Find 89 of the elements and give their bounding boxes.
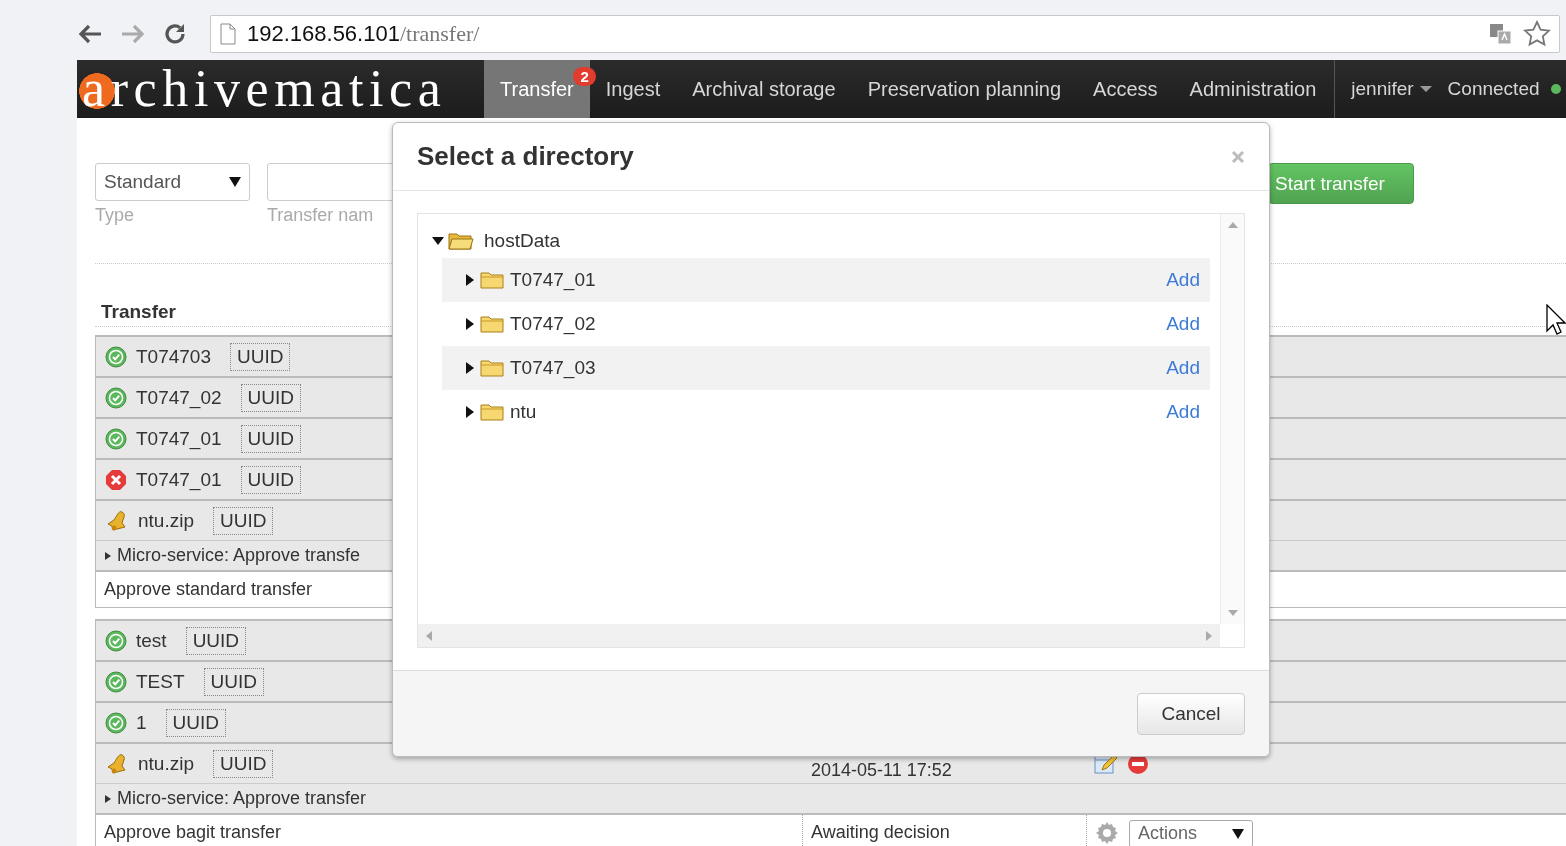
nav-tab[interactable]: Access <box>1077 60 1174 118</box>
caret-down-icon[interactable] <box>432 237 444 245</box>
field-label: Type <box>95 205 136 226</box>
uuid-button[interactable]: UUID <box>240 465 302 494</box>
caret-icon <box>105 794 111 803</box>
forward-icon[interactable] <box>120 23 146 45</box>
uuid-button[interactable]: UUID <box>165 708 227 737</box>
scroll-down-icon[interactable] <box>1227 610 1238 616</box>
transfer-name: test <box>136 629 167 652</box>
transfer-name: TEST <box>136 670 185 693</box>
tree-node[interactable]: hostData <box>432 226 1210 256</box>
scroll-up-icon[interactable] <box>1227 222 1238 228</box>
add-link[interactable]: Add <box>1166 401 1200 423</box>
folder-name: T0747_01 <box>510 269 597 291</box>
tree-node[interactable]: T0747_03 Add <box>442 346 1210 390</box>
uuid-button[interactable]: UUID <box>240 424 302 453</box>
page-icon <box>219 23 237 45</box>
caret-right-icon[interactable] <box>466 318 474 330</box>
reload-icon[interactable] <box>163 22 187 46</box>
job-name: Approve bagit transfer <box>103 821 283 844</box>
address-bar[interactable]: 192.168.56.101/transfer/ <box>210 15 1560 53</box>
cancel-button[interactable]: Cancel <box>1137 692 1245 735</box>
caret-icon <box>105 551 111 560</box>
scroll-left-icon[interactable] <box>426 630 432 641</box>
back-icon[interactable] <box>77 23 103 45</box>
nav-tab[interactable]: Preservation planning <box>851 60 1078 118</box>
uuid-button[interactable]: UUID <box>185 626 247 655</box>
uuid-button[interactable]: UUID <box>230 342 291 371</box>
caret-icon <box>229 177 241 187</box>
star-icon[interactable] <box>1523 20 1551 48</box>
uuid-button[interactable]: UUID <box>213 749 274 778</box>
translate-icon[interactable] <box>1489 23 1513 45</box>
dialog-title: Select a directory <box>417 141 634 172</box>
caret-icon <box>1419 86 1432 92</box>
field-label: Transfer nam <box>267 205 375 226</box>
uuid-button[interactable]: UUID <box>213 506 274 535</box>
check-icon <box>105 345 127 368</box>
check-icon <box>105 386 127 409</box>
bell-icon <box>105 752 129 775</box>
folder-icon <box>480 358 504 378</box>
transfer-name: ntu.zip <box>138 509 194 532</box>
uuid-button[interactable]: UUID <box>203 667 264 696</box>
check-icon <box>105 629 127 652</box>
transfer-name: ntu.zip <box>138 752 194 775</box>
open-folder-icon <box>448 231 474 251</box>
check-icon <box>105 711 127 734</box>
check-icon <box>105 427 127 450</box>
close-icon[interactable] <box>1231 149 1245 164</box>
folder-icon <box>480 270 504 290</box>
folder-name: ntu <box>510 401 538 423</box>
folder-icon <box>480 402 504 422</box>
vertical-scrollbar[interactable] <box>1220 214 1244 624</box>
transfer-name: 1 <box>136 711 147 734</box>
transfer-name: T0747_01 <box>136 468 222 491</box>
bell-icon <box>105 509 129 532</box>
error-icon <box>105 468 127 491</box>
user-menu[interactable]: jennifer <box>1335 60 1440 118</box>
job-name: Approve standard transfer <box>103 578 314 601</box>
tree-node[interactable]: T0747_01 Add <box>442 258 1210 302</box>
nav-tab[interactable]: Administration <box>1173 60 1333 118</box>
caret-right-icon[interactable] <box>466 406 474 418</box>
transfer-name: T0747_01 <box>136 427 222 450</box>
uuid-button[interactable]: UUID <box>240 383 302 412</box>
folder-name: T0747_03 <box>510 357 597 379</box>
gear-icon[interactable] <box>1095 820 1119 845</box>
tree-node[interactable]: ntu Add <box>442 390 1210 434</box>
add-link[interactable]: Add <box>1166 357 1200 379</box>
type-select[interactable]: Standard <box>95 163 250 201</box>
microservice-label: Micro-service: Approve transfer <box>117 788 367 809</box>
microservice-row[interactable]: Micro-service: Approve transfer <box>96 783 1566 813</box>
transfer-name: T074703 <box>136 345 211 368</box>
caret-right-icon[interactable] <box>466 274 474 286</box>
add-link[interactable]: Add <box>1166 269 1200 291</box>
horizontal-scrollbar[interactable] <box>418 624 1220 647</box>
folder-name: hostData <box>484 230 561 252</box>
scroll-right-icon[interactable] <box>1206 630 1212 641</box>
transfer-date: 2014-05-11 17:52 <box>810 760 953 782</box>
caret-icon <box>1232 828 1244 839</box>
actions-select[interactable]: Actions <box>1129 819 1253 846</box>
transfer-name: T0747_02 <box>136 386 222 409</box>
status-dot-icon <box>1550 84 1561 94</box>
count-badge: 2 <box>573 67 596 86</box>
nav-tab[interactable]: Archival storage <box>676 60 852 118</box>
check-icon <box>105 670 127 693</box>
caret-right-icon[interactable] <box>466 362 474 374</box>
job-status: Awaiting decision <box>802 815 1086 846</box>
microservice-label: Micro-service: Approve transfe <box>117 545 361 566</box>
folder-icon <box>480 314 504 334</box>
connection-status: Connected <box>1446 77 1541 101</box>
